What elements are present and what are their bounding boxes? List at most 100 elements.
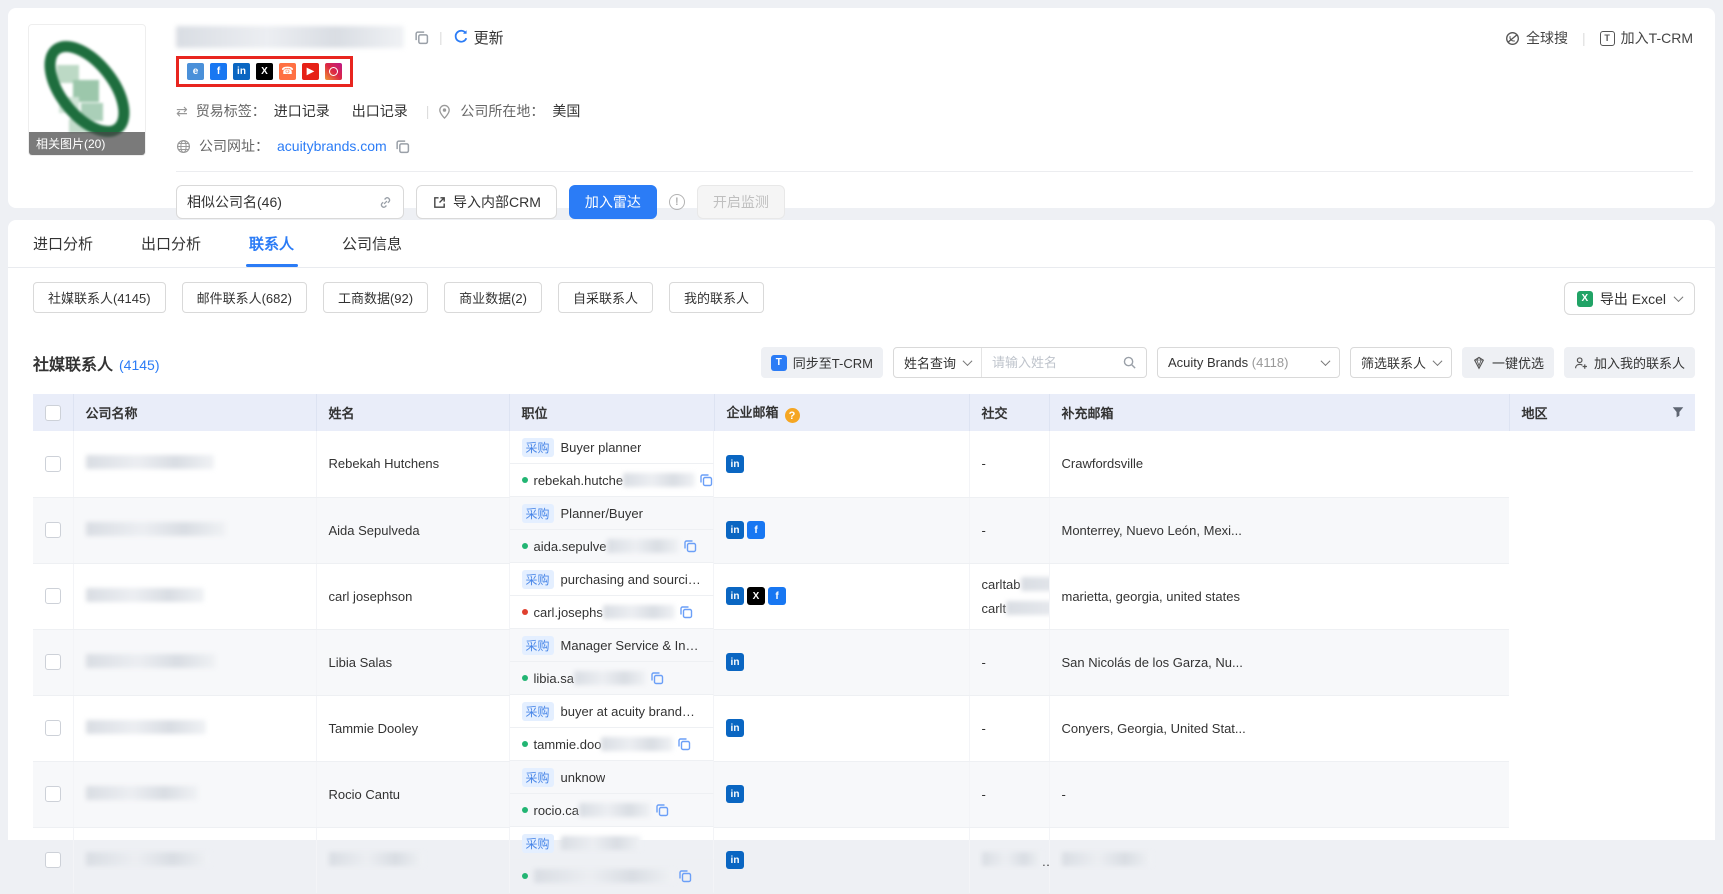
copy-icon[interactable] (655, 803, 669, 817)
row-checkbox[interactable] (45, 654, 61, 670)
copy-email[interactable] (699, 473, 713, 487)
email-status-dot (522, 543, 528, 549)
role-tag: 采购 (522, 438, 554, 457)
email-prefix: rebekah.hutche (534, 473, 624, 488)
extra-email-cell: carltabcarlt (969, 563, 1049, 629)
contact-type-chip-3[interactable]: 工商数据(92) (323, 282, 428, 313)
redacted-blur (1062, 852, 1152, 866)
social-cell: inXf (714, 563, 969, 629)
copy-email[interactable] (677, 737, 691, 751)
tab-4[interactable]: 公司信息 (342, 220, 402, 267)
role-tag: 采购 (522, 768, 554, 787)
copy-icon[interactable] (414, 30, 429, 45)
filter-funnel-icon[interactable] (1671, 405, 1685, 422)
linkedin-icon[interactable]: in (726, 521, 744, 539)
company-filter-select[interactable]: Acuity Brands (4118) (1157, 347, 1340, 378)
copy-icon[interactable] (683, 539, 697, 553)
facebook-icon[interactable]: f (210, 63, 227, 80)
trade-label-export[interactable]: 出口记录 (352, 101, 408, 121)
contact-type-chip-5[interactable]: 自采联系人 (558, 282, 653, 313)
job-title-cell: 采购unknow (510, 761, 715, 794)
row-checkbox[interactable] (45, 588, 61, 604)
copy-icon[interactable] (395, 139, 410, 154)
sync-tcrm-label: 同步至T-CRM (793, 353, 873, 372)
copy-email[interactable] (655, 803, 669, 817)
copy-icon[interactable] (699, 473, 713, 487)
copy-email[interactable] (679, 605, 693, 619)
instagram-icon[interactable] (325, 63, 342, 80)
start-monitor-button[interactable]: 开启监测 (697, 185, 785, 219)
copy-email[interactable] (678, 869, 692, 883)
tab-bar: 进口分析 出口分析 联系人 公司信息 (8, 220, 1715, 268)
update-button[interactable]: 更新 (453, 27, 504, 48)
copy-icon[interactable] (679, 605, 693, 619)
linkedin-icon[interactable]: in (726, 587, 744, 605)
role-tag: 采购 (522, 504, 554, 523)
facebook-icon[interactable]: f (768, 587, 786, 605)
linkedin-icon[interactable]: in (726, 653, 744, 671)
contact-type-chip-2[interactable]: 邮件联系人(682) (182, 282, 307, 313)
similar-company-button[interactable]: 相似公司名(46) (176, 185, 404, 219)
name-search-input[interactable] (982, 348, 1122, 377)
search-icon[interactable] (1122, 348, 1146, 377)
region-cell: Conyers, Georgia, United Stat... (1049, 695, 1509, 761)
copy-email[interactable] (683, 539, 697, 553)
one-click-select-button[interactable]: 一键优选 (1462, 347, 1554, 378)
import-crm-button[interactable]: 导入内部CRM (416, 185, 557, 219)
tab-2[interactable]: 出口分析 (141, 220, 201, 267)
export-excel-button[interactable]: X 导出 Excel (1564, 282, 1695, 315)
social-cell: inf (714, 497, 969, 563)
region-cell: Crawfordsville (1049, 431, 1509, 497)
sync-tcrm-button[interactable]: T 同步至T-CRM (761, 347, 883, 378)
facebook-icon[interactable]: f (747, 521, 765, 539)
copy-icon[interactable] (677, 737, 691, 751)
export-excel-label: 导出 Excel (1600, 289, 1666, 309)
name-query-dropdown[interactable]: 姓名查询 (894, 348, 982, 377)
add-radar-button[interactable]: 加入雷达 (569, 185, 657, 219)
linkedin-icon[interactable]: in (726, 851, 744, 869)
linkedin-icon[interactable]: in (726, 455, 744, 473)
update-label: 更新 (474, 27, 504, 48)
contact-type-chip-4[interactable]: 商业数据(2) (444, 282, 542, 313)
table-row: 采购in (33, 827, 1695, 893)
similar-company-label: 相似公司名(46) (187, 192, 282, 212)
website-link[interactable]: acuitybrands.com (277, 138, 387, 154)
filter-contacts-dropdown[interactable]: 筛选联系人 (1350, 347, 1452, 378)
company-logo[interactable]: 相关图片(20) (28, 24, 146, 156)
info-icon[interactable]: ! (669, 194, 685, 210)
linkedin-icon[interactable]: in (233, 63, 250, 80)
row-checkbox[interactable] (45, 522, 61, 538)
x-twitter-icon[interactable]: X (747, 587, 765, 605)
row-checkbox[interactable] (45, 786, 61, 802)
contact-type-chip-1[interactable]: 社媒联系人(4145) (33, 282, 166, 313)
row-checkbox[interactable] (45, 852, 61, 868)
linkedin-icon[interactable]: in (726, 785, 744, 803)
help-icon[interactable]: ? (785, 408, 800, 423)
add-my-contacts-button[interactable]: 加入我的联系人 (1564, 347, 1695, 378)
job-title-cell: 采购Manager Service & Invent... (510, 629, 715, 662)
copy-icon[interactable] (678, 869, 692, 883)
redacted-blur (329, 852, 424, 866)
x-twitter-icon[interactable]: X (256, 63, 273, 80)
company-name-cell (73, 761, 316, 827)
trade-label-import[interactable]: 进口记录 (274, 101, 330, 121)
row-checkbox[interactable] (45, 720, 61, 736)
header-divider (176, 171, 1693, 172)
tab-3[interactable]: 联系人 (249, 220, 294, 267)
row-checkbox[interactable] (45, 456, 61, 472)
internet-explorer-icon[interactable]: e (187, 63, 204, 80)
company-name-cell (73, 431, 316, 497)
section-count: (4145) (119, 357, 159, 373)
tab-1[interactable]: 进口分析 (33, 220, 93, 267)
select-all-checkbox[interactable] (45, 405, 61, 421)
role-tag: 采购 (522, 570, 554, 589)
contact-type-chip-6[interactable]: 我的联系人 (669, 282, 764, 313)
copy-icon[interactable] (650, 671, 664, 685)
related-images-label[interactable]: 相关图片(20) (29, 132, 145, 155)
youtube-icon[interactable]: ▶ (302, 63, 319, 80)
linkedin-icon[interactable]: in (726, 719, 744, 737)
phone-icon[interactable]: ☎ (279, 63, 296, 80)
email-status-dot (522, 609, 528, 615)
email-cell: tammie.doo (510, 728, 715, 761)
copy-email[interactable] (650, 671, 664, 685)
